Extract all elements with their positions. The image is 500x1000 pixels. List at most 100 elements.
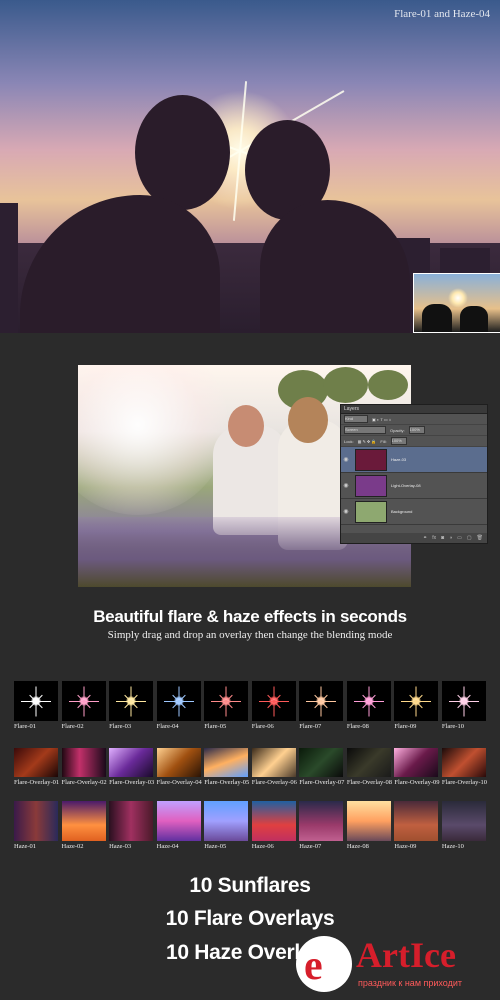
trash-icon[interactable]: 🗑 — [477, 535, 483, 541]
haze-caption: Haze-06 — [251, 843, 274, 850]
haze-swatch — [156, 801, 201, 841]
layer-name: Haze-03 — [391, 457, 407, 462]
haze-caption: Haze-09 — [394, 843, 417, 850]
haze-item: Haze-02 — [61, 801, 106, 850]
sunflare-swatch — [14, 681, 58, 721]
sunflare-grid: Flare-01 Flare-02 Flare-03 Flare-04 Flare-05… — [14, 681, 486, 730]
flare-glow — [78, 365, 228, 515]
thumbnail-silhouette — [422, 304, 452, 332]
haze-caption: Haze-01 — [14, 843, 37, 850]
filter-icons: ▣ ◐ T ▭ ⌂ — [372, 416, 392, 422]
subheadline: Simply drag and drop an overlay then cha… — [107, 629, 393, 641]
flare-overlay-caption: Flare-Overlay-10 — [441, 779, 488, 786]
flare-overlay-item: Flare-Overlay-03 — [109, 748, 155, 786]
haze-swatch — [346, 801, 391, 841]
couple-man-head — [228, 405, 264, 447]
flare-overlay-swatch — [346, 748, 391, 777]
haze-caption: Haze-05 — [204, 843, 227, 850]
haze-item: Haze-03 — [109, 801, 154, 850]
kind-filter-select[interactable]: Kind — [344, 415, 368, 423]
fx-icon[interactable]: fx — [432, 535, 436, 541]
mask-icon[interactable]: ◙ — [441, 535, 444, 541]
sunflare-caption: Flare-04 — [156, 723, 179, 730]
blend-mode-select[interactable]: Screen — [344, 426, 386, 434]
flare-overlay-item: Flare-Overlay-06 — [251, 748, 297, 786]
link-layers-icon[interactable]: ⚭ — [423, 535, 427, 541]
sunflare-caption: Flare-01 — [14, 723, 37, 730]
haze-item: Haze-07 — [299, 801, 344, 850]
flare-overlay-grid: Flare-Overlay-01 Flare-Overlay-02 Flare-Ov… — [14, 748, 488, 786]
sunflare-swatch — [394, 681, 439, 721]
opacity-label: Opacity: — [390, 427, 405, 433]
sunflare-swatch — [251, 681, 296, 721]
sunflare-caption: Flare-05 — [204, 723, 227, 730]
flare-overlay-item: Flare-Overlay-01 — [14, 748, 60, 786]
thumbnail-sun — [448, 288, 468, 308]
watermark-logo-icon: e — [296, 936, 352, 992]
feature-sunflares: 10 Sunflares — [189, 874, 311, 897]
haze-item: Haze-01 — [14, 801, 58, 850]
visibility-eye-icon[interactable]: ◉ — [341, 482, 351, 489]
tree — [368, 370, 408, 400]
layers-panel-title: Layers — [341, 405, 487, 414]
sunflare-swatch — [441, 681, 486, 721]
sunflare-caption: Flare-02 — [61, 723, 84, 730]
flare-overlay-swatch — [156, 748, 201, 777]
new-layer-icon[interactable]: ▢ — [467, 535, 472, 541]
layer-name: Background — [391, 509, 413, 514]
fill-field[interactable]: 100% — [390, 437, 407, 445]
watermark-name: ArtIce — [356, 935, 456, 975]
haze-swatch — [299, 801, 344, 841]
layer-row[interactable]: ◉ Light-Overlay-08 — [341, 473, 487, 499]
fill-label: Fill: — [380, 438, 387, 444]
flare-overlay-caption: Flare-Overlay-06 — [251, 779, 297, 786]
layer-thumbnail — [355, 500, 387, 523]
flare-overlay-item: Flare-Overlay-02 — [61, 748, 107, 786]
lock-icons[interactable]: ▦ ✎ ✥ 🔒 — [358, 439, 377, 444]
haze-caption: Haze-07 — [299, 843, 322, 850]
lock-label: Lock: — [344, 438, 354, 444]
haze-swatch — [109, 801, 154, 841]
visibility-eye-icon[interactable]: ◉ — [341, 508, 351, 515]
layers-footer: ⚭ fx ◙ ◑ ▭ ▢ 🗑 — [341, 533, 487, 543]
folder-icon[interactable]: ▭ — [457, 535, 462, 541]
layer-name: Light-Overlay-08 — [391, 483, 421, 488]
sunflare-swatch — [61, 681, 106, 721]
haze-item: Haze-08 — [346, 801, 391, 850]
flare-overlay-item: Flare-Overlay-09 — [394, 748, 440, 786]
haze-caption: Haze-08 — [346, 843, 369, 850]
haze-item: Haze-06 — [251, 801, 296, 850]
opacity-field[interactable]: 100% — [408, 426, 425, 434]
haze-swatch — [394, 801, 439, 841]
haze-item: Haze-09 — [394, 801, 439, 850]
sunflare-item: Flare-03 — [109, 681, 154, 730]
sunflare-caption: Flare-07 — [299, 723, 322, 730]
haze-grid: Haze-01 Haze-02 Haze-03 Haze-04 Haze-05 Haze-… — [14, 801, 486, 850]
flare-overlay-caption: Flare-Overlay-08 — [346, 779, 392, 786]
flare-overlay-caption: Flare-Overlay-04 — [156, 779, 202, 786]
flare-overlay-swatch — [441, 748, 486, 777]
tree — [323, 367, 368, 403]
sunflare-item: Flare-07 — [299, 681, 344, 730]
flare-overlay-item: Flare-Overlay-07 — [299, 748, 344, 786]
haze-swatch — [441, 801, 486, 841]
layer-row[interactable]: ◉ Background — [341, 499, 487, 525]
watermark-tagline: праздник к нам приходит — [358, 978, 463, 988]
original-thumbnail — [413, 273, 500, 333]
haze-swatch — [14, 801, 58, 841]
layer-row[interactable]: ◉ Haze-03 — [341, 447, 487, 473]
flare-overlay-caption: Flare-Overlay-01 — [14, 779, 60, 786]
flare-overlay-swatch — [299, 748, 344, 777]
visibility-eye-icon[interactable]: ◉ — [341, 456, 351, 463]
sunflare-item: Flare-10 — [441, 681, 486, 730]
layer-thumbnail — [355, 448, 387, 471]
man-silhouette-body — [20, 195, 220, 333]
sunflare-swatch — [109, 681, 154, 721]
hero-caption: Flare-01 and Haze-04 — [394, 8, 490, 20]
watermark-logo-mark: e — [304, 943, 323, 989]
building — [0, 203, 18, 333]
adjustment-icon[interactable]: ◑ — [449, 535, 452, 541]
flare-overlay-item: Flare-Overlay-04 — [156, 748, 202, 786]
flare-overlay-caption: Flare-Overlay-03 — [109, 779, 155, 786]
sunflare-item: Flare-05 — [204, 681, 249, 730]
